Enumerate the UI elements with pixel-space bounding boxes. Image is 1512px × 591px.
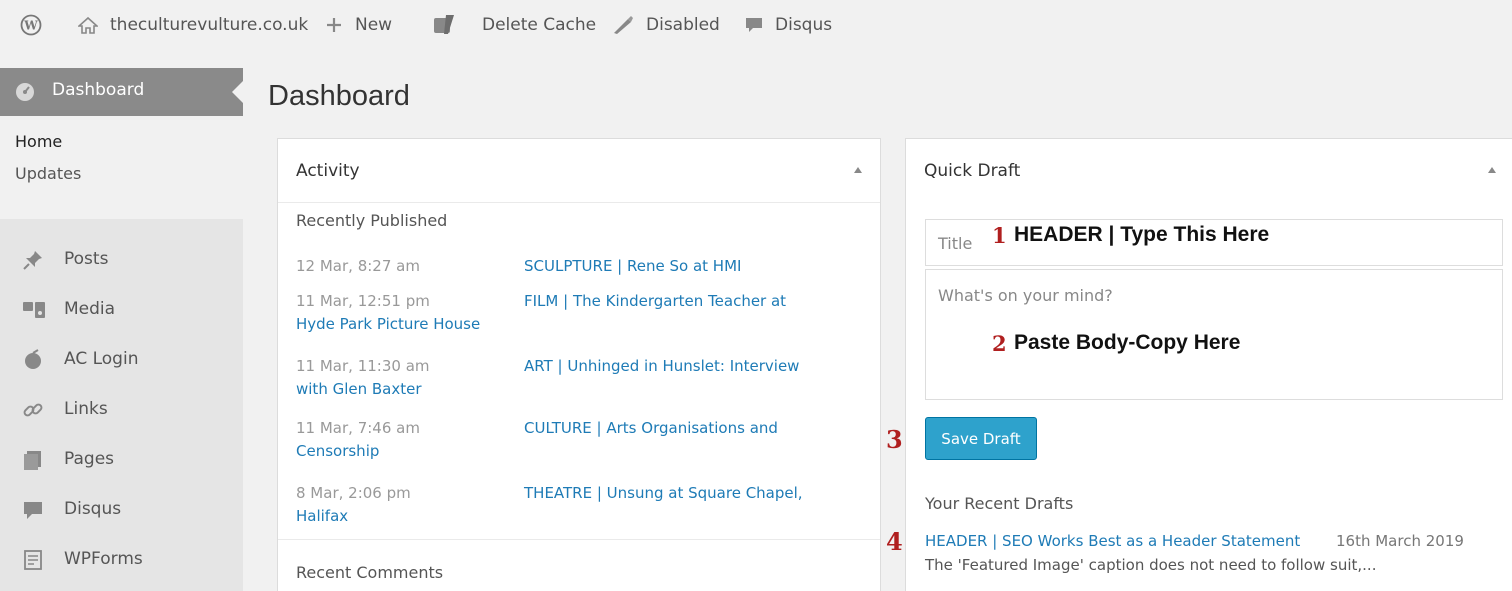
- post-link[interactable]: SCULPTURE | Rene So at HMI: [524, 257, 741, 275]
- post-link-continued[interactable]: Hyde Park Picture House: [296, 315, 480, 333]
- disqus-label: Disqus: [775, 15, 833, 35]
- post-link[interactable]: ART | Unhinged in Hunslet: Interview: [524, 357, 799, 375]
- pushpin-icon: [22, 249, 44, 276]
- new-label: New: [355, 15, 393, 35]
- disabled-label: Disabled: [646, 15, 720, 35]
- dashboard-submenu: Home Updates: [0, 116, 243, 219]
- form-icon: [22, 549, 44, 576]
- draft-excerpt: The 'Featured Image' caption does not ne…: [925, 556, 1377, 574]
- wordpress-logo-icon[interactable]: W: [20, 0, 42, 50]
- pen-icon: [612, 15, 634, 35]
- sidebar-item-label: Pages: [64, 449, 115, 469]
- recently-published-heading: Recently Published: [296, 211, 448, 230]
- page-title: Dashboard: [268, 80, 410, 112]
- annotation-number-2: 2: [992, 331, 1007, 356]
- recent-comments-heading: Recent Comments: [296, 563, 444, 582]
- yoast-seo-icon[interactable]: [432, 0, 456, 50]
- save-draft-button[interactable]: Save Draft: [925, 417, 1037, 460]
- sidebar-item-label: Dashboard: [52, 80, 145, 100]
- disqus-adminbar-link[interactable]: Disqus: [745, 0, 832, 50]
- activity-widget: Activity Recently Published 12 Mar, 8:27…: [277, 138, 881, 591]
- submenu-item-home[interactable]: Home: [15, 132, 62, 151]
- comment-icon: [22, 499, 44, 526]
- collapse-arrow-icon[interactable]: [854, 167, 862, 173]
- sidebar-item-label: WPForms: [64, 549, 143, 569]
- activity-title: Activity: [296, 161, 360, 181]
- home-icon: [78, 16, 98, 34]
- post-date: 8 Mar, 2:06 pm: [296, 484, 411, 502]
- sidebar-item-disqus[interactable]: Disqus: [0, 485, 243, 535]
- sidebar-item-label: Disqus: [64, 499, 122, 519]
- delete-cache-button[interactable]: Delete Cache: [482, 0, 596, 50]
- post-date: 11 Mar, 7:46 am: [296, 419, 420, 437]
- post-date: 11 Mar, 12:51 pm: [296, 292, 430, 310]
- post-link[interactable]: FILM | The Kindergarten Teacher at: [524, 292, 786, 310]
- sidebar-item-media[interactable]: Media: [0, 285, 243, 335]
- post-link-continued[interactable]: with Glen Baxter: [296, 380, 422, 398]
- admin-bar: W theculturevulture.co.uk New Delete Cac…: [0, 0, 1512, 50]
- sidebar-item-dashboard[interactable]: Dashboard: [0, 68, 244, 116]
- draft-date: 16th March 2019: [1336, 532, 1464, 550]
- site-name-link[interactable]: theculturevulture.co.uk: [78, 0, 308, 50]
- sidebar-item-label: Links: [64, 399, 108, 419]
- delete-cache-label: Delete Cache: [482, 15, 597, 35]
- media-icon: [22, 299, 46, 326]
- admin-sidebar: Dashboard Home Updates Posts Media AC Lo…: [0, 68, 244, 591]
- sidebar-item-pages[interactable]: Pages: [0, 435, 243, 485]
- sidebar-item-label: Posts: [64, 249, 109, 269]
- plus-icon: [325, 16, 343, 34]
- post-link-continued[interactable]: Censorship: [296, 442, 379, 460]
- site-name-label: theculturevulture.co.uk: [110, 15, 309, 35]
- leaf-icon: [22, 349, 44, 376]
- post-link[interactable]: THEATRE | Unsung at Square Chapel,: [524, 484, 803, 502]
- new-content-button[interactable]: New: [325, 0, 392, 50]
- title-placeholder: Title: [938, 234, 973, 253]
- svg-text:W: W: [23, 19, 38, 33]
- post-link-continued[interactable]: Halifax: [296, 507, 348, 525]
- annotation-text-2: Paste Body-Copy Here: [1014, 331, 1241, 354]
- post-link[interactable]: CULTURE | Arts Organisations and: [524, 419, 778, 437]
- quick-draft-title: Quick Draft: [924, 161, 1021, 181]
- post-date: 12 Mar, 8:27 am: [296, 257, 420, 275]
- annotation-number-3: 3: [886, 425, 903, 454]
- sidebar-item-posts[interactable]: Posts: [0, 235, 243, 285]
- annotation-number-1: 1: [992, 223, 1007, 248]
- comment-icon: [745, 16, 763, 34]
- link-chain-icon: [22, 399, 44, 426]
- sidebar-item-links[interactable]: Links: [0, 385, 243, 435]
- post-date: 11 Mar, 11:30 am: [296, 357, 430, 375]
- quick-draft-widget: Quick Draft Title 1 HEADER | Type This H…: [905, 138, 1512, 591]
- activity-header[interactable]: Activity: [278, 139, 880, 203]
- sidebar-item-label: AC Login: [64, 349, 139, 369]
- annotation-number-4: 4: [886, 527, 903, 556]
- sidebar-item-ac-login[interactable]: AC Login: [0, 335, 243, 385]
- quick-draft-header[interactable]: Quick Draft: [906, 139, 1512, 203]
- dashboard-gauge-icon: [14, 81, 36, 108]
- collapse-arrow-icon[interactable]: [1488, 167, 1496, 173]
- content-placeholder: What's on your mind?: [938, 286, 1113, 305]
- active-menu-arrow: [232, 80, 244, 104]
- section-divider: [278, 539, 880, 540]
- draft-link[interactable]: HEADER | SEO Works Best as a Header Stat…: [925, 532, 1300, 550]
- sidebar-item-label: Media: [64, 299, 116, 319]
- annotation-text-1: HEADER | Type This Here: [1014, 223, 1270, 246]
- recent-drafts-heading: Your Recent Drafts: [925, 494, 1074, 513]
- disabled-status-button[interactable]: Disabled: [612, 0, 720, 50]
- sidebar-item-wpforms[interactable]: WPForms: [0, 535, 243, 585]
- submenu-item-updates[interactable]: Updates: [15, 164, 81, 183]
- pages-icon: [22, 449, 44, 476]
